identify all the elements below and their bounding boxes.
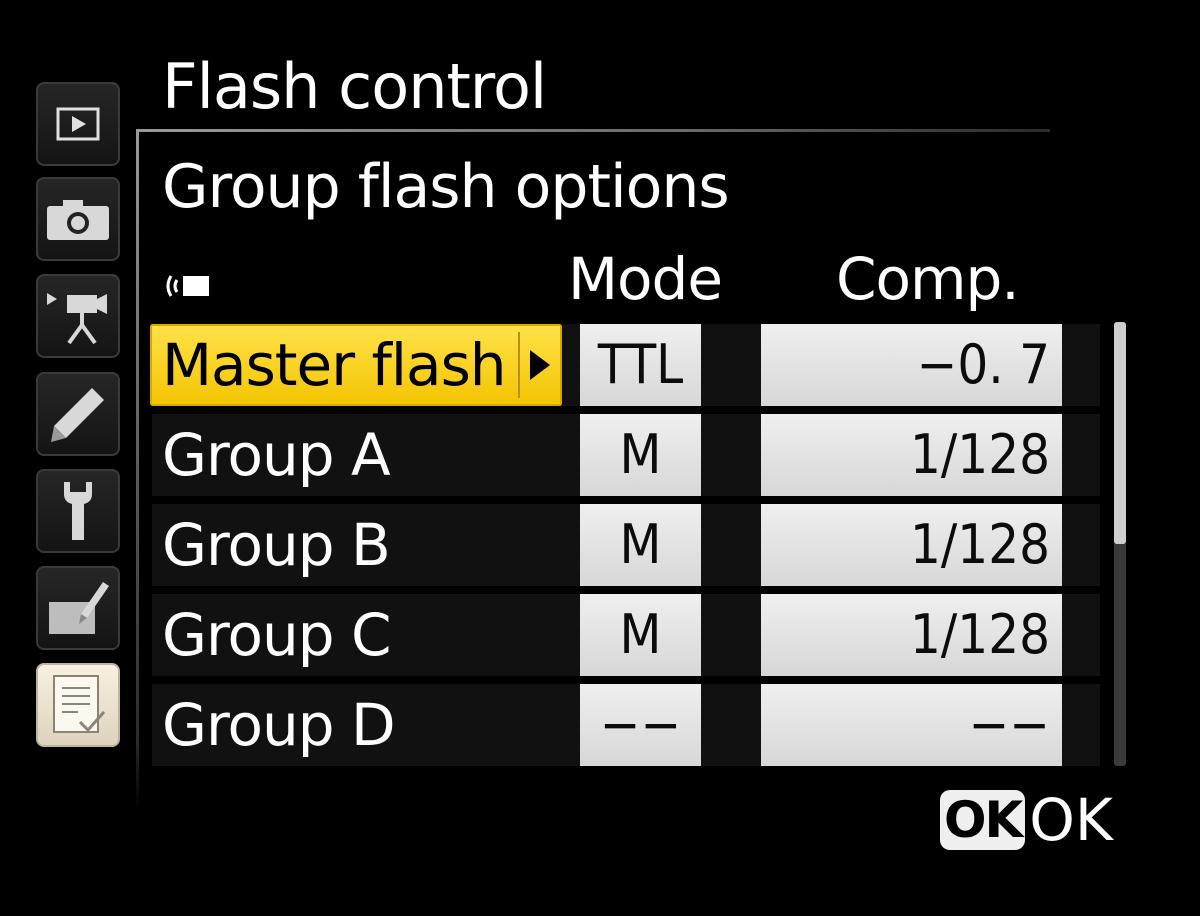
tab-photo-shooting[interactable] <box>36 177 120 261</box>
mode-cell-group-a[interactable]: M <box>580 414 701 496</box>
tab-recent-settings[interactable] <box>36 663 120 747</box>
ok-label: OK <box>1029 786 1113 854</box>
menu-title: Flash control <box>162 50 547 123</box>
comp-cell-master-flash[interactable]: −0. 7 <box>761 324 1062 406</box>
scrollbar-thumb[interactable] <box>1114 322 1126 544</box>
camera-icon <box>47 200 109 240</box>
mode-cell-group-d[interactable]: −− <box>580 684 701 766</box>
ok-button-hint[interactable]: OK OK <box>940 788 1113 852</box>
playback-icon <box>56 107 100 141</box>
row-label-group-c[interactable]: Group C <box>150 594 562 676</box>
title-divider-vertical <box>136 129 139 809</box>
movie-camera-icon <box>47 293 107 345</box>
row-label-group-d[interactable]: Group D <box>150 684 562 766</box>
wrench-icon <box>64 482 92 540</box>
tab-setup[interactable] <box>36 469 120 553</box>
row-label-group-b[interactable]: Group B <box>150 504 562 586</box>
comp-cell-group-b[interactable]: 1/128 <box>761 504 1062 586</box>
mode-cell-master-flash[interactable]: TTL <box>580 324 701 406</box>
retouch-icon <box>49 582 109 634</box>
ok-button-icon: OK <box>940 790 1026 850</box>
comp-cell-group-a[interactable]: 1/128 <box>761 414 1062 496</box>
comp-cell-group-d[interactable]: −− <box>761 684 1062 766</box>
row-label-group-a[interactable]: Group A <box>150 414 562 496</box>
tab-retouch[interactable] <box>36 566 120 650</box>
row-label-master-flash[interactable]: Master flash <box>150 324 562 406</box>
recent-settings-icon <box>53 675 106 733</box>
arrow-right-icon <box>530 350 550 380</box>
title-divider <box>136 129 1050 132</box>
tab-playback[interactable] <box>36 82 120 166</box>
wireless-flash-icon <box>166 275 209 297</box>
column-header-comp: Comp. <box>836 245 1020 313</box>
pencil-icon <box>51 388 104 442</box>
tab-custom-settings[interactable] <box>36 372 120 456</box>
row-label-text: Master flash <box>162 331 507 399</box>
mode-cell-group-b[interactable]: M <box>580 504 701 586</box>
mode-cell-group-c[interactable]: M <box>580 594 701 676</box>
selection-divider <box>518 332 520 398</box>
page-title: Group flash options <box>162 152 730 222</box>
column-header-mode: Mode <box>568 245 723 313</box>
comp-cell-group-c[interactable]: 1/128 <box>761 594 1062 676</box>
tab-movie-shooting[interactable] <box>36 274 120 358</box>
